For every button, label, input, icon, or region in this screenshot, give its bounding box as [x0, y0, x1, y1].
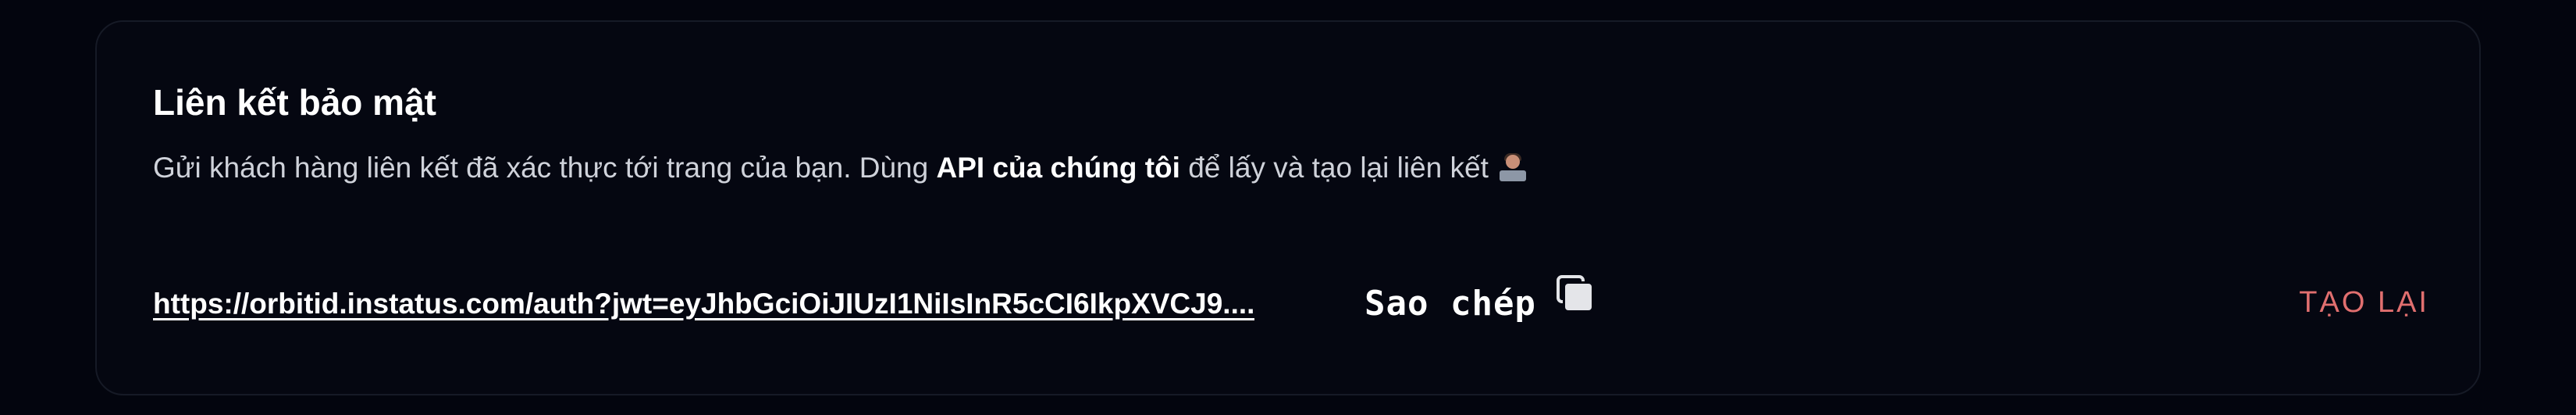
- card-title: Liên kết bảo mật: [153, 82, 436, 123]
- copy-icon: [1556, 275, 1596, 316]
- copy-button[interactable]: Sao chép: [1364, 272, 1596, 335]
- description-text-end: để lấy và tạo lại liên kết: [1179, 152, 1489, 184]
- link-row: https://orbitid.instatus.com/auth?jwt=ey…: [153, 272, 2429, 335]
- person-laptop-icon: [1498, 153, 1528, 183]
- api-link[interactable]: API của chúng tôi: [936, 152, 1179, 184]
- copy-button-label: Sao chép: [1364, 283, 1536, 324]
- card-description: Gửi khách hàng liên kết đã xác thực tới …: [153, 152, 1528, 184]
- regenerate-button[interactable]: TẠO LẠI: [2299, 286, 2429, 320]
- secure-link-url[interactable]: https://orbitid.instatus.com/auth?jwt=ey…: [153, 288, 1254, 320]
- description-text: Gửi khách hàng liên kết đã xác thực tới …: [153, 152, 937, 184]
- secure-link-card: Liên kết bảo mật Gửi khách hàng liên kết…: [95, 20, 2481, 395]
